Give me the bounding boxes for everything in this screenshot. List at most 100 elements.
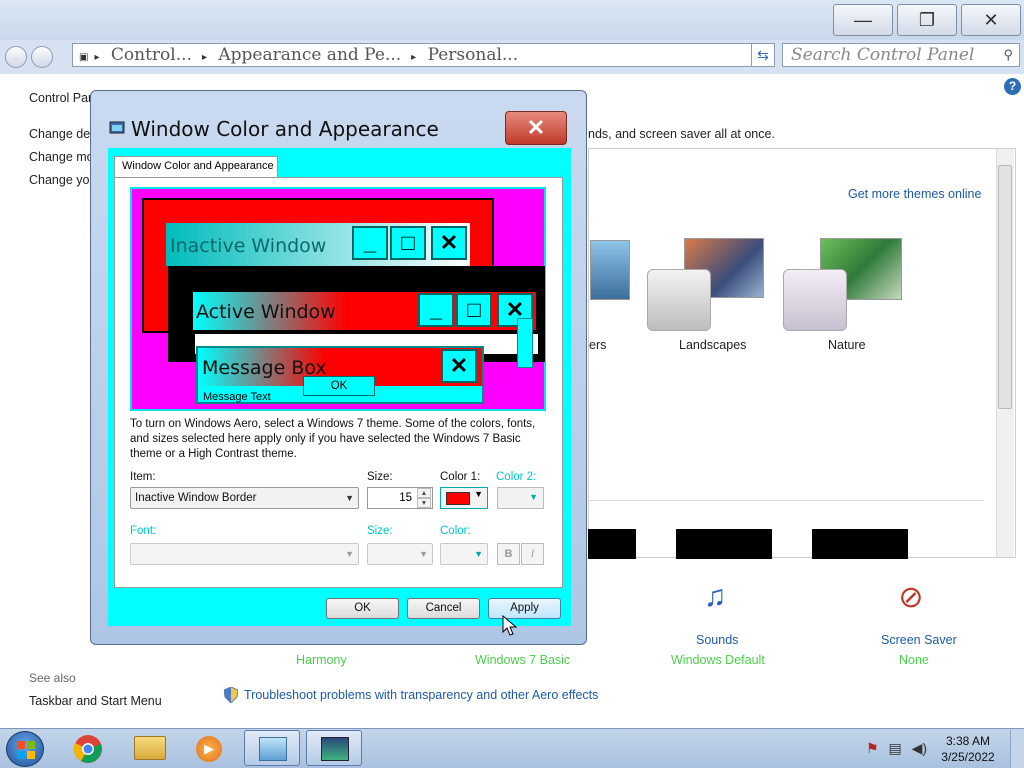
dialog-title: Window Color and Appearance [131, 117, 439, 141]
font-label: Font: [130, 525, 157, 537]
refresh-icon: ⇆ [757, 47, 769, 63]
theme-thumb-black-2[interactable] [676, 529, 772, 559]
left-link-control-panel-home[interactable]: Control Pan [29, 91, 95, 105]
dialog-close-button[interactable]: ✕ [505, 111, 567, 145]
size-value: 15 [399, 492, 412, 504]
forward-button[interactable] [31, 46, 53, 68]
windows-logo-icon [17, 741, 35, 759]
taskbar-control-panel[interactable] [244, 730, 300, 766]
font-color-label: Color: [440, 525, 471, 537]
color1-swatch [446, 492, 470, 505]
chevron-down-icon: ▼ [474, 489, 483, 499]
restore-icon: ❐ [918, 9, 936, 30]
intro-text: nds, and screen saver all at once. [588, 127, 775, 141]
volume-icon[interactable]: ◀) [912, 740, 927, 756]
theme-label-nature: Nature [828, 338, 866, 352]
left-link-change-account[interactable]: Change you [29, 173, 96, 187]
color1-picker[interactable]: ▼ [440, 487, 488, 509]
color2-label: Color 2: [496, 471, 537, 483]
color2-picker[interactable]: ▼ [497, 487, 544, 509]
close-icon: ✕ [983, 9, 999, 30]
bold-toggle[interactable]: B [497, 543, 520, 565]
theme-label-partial: ers [589, 338, 607, 352]
folder-icon [134, 736, 166, 760]
address-field[interactable]: ▣ ▸ Control... ▸ Appearance and Pe... ▸ Per… [72, 43, 775, 67]
size-label: Size: [367, 471, 393, 483]
item-select[interactable]: Inactive Window Border ▼ [130, 487, 359, 509]
get-more-themes-link[interactable]: Get more themes online [848, 187, 981, 201]
preview-active-minimize: _ [418, 293, 454, 327]
left-link-change-desktop[interactable]: Change des [29, 127, 96, 141]
restore-button[interactable]: ❐ [897, 4, 957, 36]
clock-date: 3/25/2022 [941, 750, 995, 764]
scrollbar-thumb[interactable] [998, 165, 1012, 409]
start-button[interactable] [6, 731, 44, 767]
help-icon[interactable]: ? [1004, 78, 1021, 95]
see-also-heading: See also [29, 671, 76, 685]
theme-thumb-landscapes[interactable] [647, 269, 711, 331]
theme-basic-value: Windows 7 Basic [475, 653, 571, 667]
mouse-cursor-icon [502, 615, 518, 636]
breadcrumb-personalization[interactable]: Personal... [428, 45, 519, 65]
sounds-icon[interactable]: ♫ [692, 580, 738, 624]
preview-message-close: ✕ [441, 349, 477, 383]
chevron-down-icon: ▼ [345, 493, 354, 503]
tab-window-color[interactable]: Window Color and Appearance [114, 156, 278, 178]
screen-saver-icon[interactable]: ⊘ [888, 580, 934, 624]
cancel-button[interactable]: Cancel [407, 598, 480, 619]
sounds-value: Windows Default [671, 653, 765, 667]
breadcrumb-appearance[interactable]: Appearance and Pe... [218, 45, 401, 65]
font-size-label: Size: [367, 525, 393, 537]
spin-up-icon[interactable]: ▲ [417, 488, 431, 498]
left-link-change-mouse[interactable]: Change mo [29, 150, 94, 164]
themes-list [588, 148, 1016, 558]
sounds-link[interactable]: Sounds [696, 633, 738, 647]
font-select[interactable]: ▼ [130, 543, 359, 565]
taskbar-media-player[interactable]: ▶ [182, 730, 238, 766]
refresh-button[interactable]: ⇆ [751, 43, 775, 67]
minimize-icon: — [854, 9, 872, 30]
screen-saver-link[interactable]: Screen Saver [881, 633, 957, 647]
apply-button[interactable]: Apply [488, 598, 561, 619]
network-icon[interactable]: ▤ [888, 740, 901, 756]
font-color-picker[interactable]: ▼ [440, 543, 488, 565]
aero-description: To turn on Windows Aero, select a Window… [130, 418, 536, 460]
section-divider [588, 500, 984, 501]
taskbar-start-menu-link[interactable]: Taskbar and Start Menu [29, 694, 162, 708]
close-button[interactable]: ✕ [961, 4, 1021, 36]
theme-thumb-black-3[interactable] [812, 529, 908, 559]
preview-active-title: Active Window [196, 301, 336, 323]
chevron-down-icon: ▼ [474, 549, 483, 559]
clock[interactable]: 3:38 AM 3/25/2022 [938, 733, 998, 765]
shield-icon [224, 687, 238, 703]
chevron-right-icon: ▸ [411, 52, 417, 63]
theme-thumb-nature[interactable] [783, 269, 847, 331]
chrome-icon [73, 735, 102, 763]
italic-toggle[interactable]: I [521, 543, 544, 565]
dialog-window-icon [109, 121, 125, 134]
size-stepper[interactable]: 15 ▲ ▼ [367, 487, 433, 509]
preview-active-maximize: □ [456, 293, 492, 327]
system-tray: ⚑ ▤ ◀) [866, 740, 927, 757]
font-size-select[interactable]: ▼ [367, 543, 433, 565]
preview-inactive-minimize: _ [352, 226, 388, 260]
window-color-icon [321, 737, 349, 761]
back-button[interactable] [5, 46, 27, 68]
taskbar-chrome[interactable] [60, 730, 116, 766]
screen-saver-value: None [899, 653, 929, 667]
taskbar-explorer[interactable] [122, 730, 178, 766]
theme-thumb-black-1[interactable] [588, 529, 636, 559]
preview-ok-button: OK [303, 376, 375, 396]
taskbar-window-color[interactable] [306, 730, 362, 766]
search-input[interactable]: Search Control Panel ⚲ [782, 43, 1020, 67]
breadcrumb-control-panel[interactable]: Control... [111, 45, 192, 65]
show-desktop-button[interactable] [1010, 730, 1024, 768]
ok-button[interactable]: OK [326, 598, 399, 619]
search-placeholder: Search Control Panel [791, 45, 975, 65]
item-label: Item: [130, 471, 156, 483]
spin-down-icon[interactable]: ▼ [417, 498, 431, 508]
action-center-icon[interactable]: ⚑ [866, 740, 879, 756]
minimize-button[interactable]: — [833, 4, 893, 36]
troubleshoot-link[interactable]: Troubleshoot problems with transparency … [244, 688, 598, 702]
theme-thumb-partial[interactable] [590, 240, 630, 300]
